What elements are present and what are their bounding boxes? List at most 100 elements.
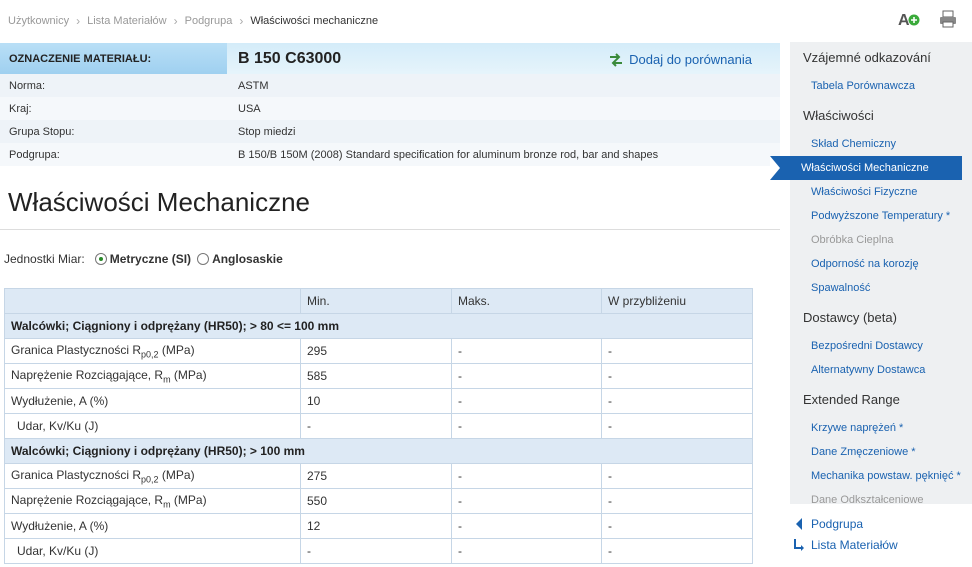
table-row: Udar, Kv/Ku (J) - - - bbox=[4, 413, 753, 439]
compare-label: Dodaj do porównania bbox=[629, 52, 752, 67]
approx-value: - bbox=[601, 513, 753, 539]
material-row-norm: Norma: ASTM bbox=[0, 74, 780, 97]
max-value: - bbox=[451, 463, 602, 489]
approx-value: - bbox=[601, 413, 753, 439]
column-header: Min. bbox=[300, 288, 452, 314]
sidebar-section-title: Dostawcy (beta) bbox=[803, 310, 897, 325]
mechanical-properties-table: Min. Maks. W przybliżeniu Walcówki; Ciąg… bbox=[4, 288, 753, 564]
sidebar-item-mechanika-powstaw-pęknięć[interactable]: Mechanika powstaw. pęknięć * bbox=[790, 464, 972, 488]
property-unit: (MPa) bbox=[158, 467, 195, 482]
table-group-row: Walcówki; Ciągniony i odprężany (HR50); … bbox=[4, 438, 753, 464]
approx-value: - bbox=[601, 388, 753, 414]
sidebar-item-tabela-porównawcza[interactable]: Tabela Porównawcza bbox=[790, 74, 972, 98]
max-value: - bbox=[451, 363, 602, 389]
sidebar-section-title: Vzájemné odkazování bbox=[803, 50, 931, 65]
approx-value: - bbox=[601, 363, 753, 389]
property-label: Wydłużenie, A (%) bbox=[11, 519, 109, 533]
property-name: Wydłużenie, A (%) bbox=[4, 388, 301, 414]
table-row: Wydłużenie, A (%) 12- - bbox=[4, 513, 753, 539]
sidebar-item-obróbka-cieplna: Obróbka Cieplna bbox=[811, 234, 894, 246]
back-arrow-icon bbox=[796, 517, 802, 530]
font-size-icon[interactable]: A bbox=[898, 10, 920, 31]
radio-metric-label[interactable]: Metryczne (SI) bbox=[110, 252, 191, 266]
radio-metric[interactable] bbox=[94, 253, 107, 265]
sidebar-item-odporność-na-korozję[interactable]: Odporność na korozję bbox=[790, 252, 972, 276]
property-label: Naprężenie Rozciągające, R bbox=[11, 492, 164, 507]
material-header: OZNACZENIE MATERIAŁU: B 150 C63000 Dodaj… bbox=[0, 43, 780, 166]
max-value: - bbox=[451, 338, 602, 364]
breadcrumb-material-list[interactable]: Lista Materiałów bbox=[87, 15, 166, 27]
approx-value: - bbox=[601, 488, 753, 514]
breadcrumb-users[interactable]: Użytkownicy bbox=[8, 15, 69, 27]
property-label: Udar, Kv/Ku (J) bbox=[17, 544, 99, 558]
property-subscript: m bbox=[163, 499, 171, 510]
property-label: Granica Plastyczności R bbox=[11, 467, 142, 482]
up-level-icon bbox=[794, 538, 804, 551]
property-name: Udar, Kv/Ku (J) bbox=[4, 413, 301, 439]
min-value: 275 bbox=[300, 463, 452, 489]
material-row-subgroup: Podgrupa: B 150/B 150M (2008) Standard s… bbox=[0, 143, 780, 166]
sidebar-item-dane-zmęczeniowe[interactable]: Dane Zmęczeniowe * bbox=[790, 440, 972, 464]
units-label: Jednostki Miar: bbox=[4, 252, 85, 266]
row-value: USA bbox=[238, 102, 261, 115]
sidebar-item-skład-chemiczny[interactable]: Skład Chemiczny bbox=[790, 132, 972, 156]
min-value: 295 bbox=[300, 338, 452, 364]
sidebar: Vzájemné odkazování Tabela Porównawcza Wła… bbox=[770, 42, 972, 506]
sidebar-item-właściwości-mechaniczne[interactable]: Właściwości Mechaniczne bbox=[770, 156, 962, 180]
table-row: Naprężenie Rozciągające, Rm (MPa) 550- - bbox=[4, 488, 753, 514]
sidebar-item-alternatywny-dostawca[interactable]: Alternatywny Dostawca bbox=[790, 358, 972, 382]
property-label: Udar, Kv/Ku (J) bbox=[17, 419, 99, 433]
sidebar-section-title: Extended Range bbox=[803, 392, 900, 407]
row-value: Stop miedzi bbox=[238, 125, 296, 138]
property-unit: (MPa) bbox=[170, 492, 207, 507]
column-header bbox=[4, 288, 301, 314]
column-header: W przybliżeniu bbox=[601, 288, 753, 314]
table-row: Udar, Kv/Ku (J) - - - bbox=[4, 538, 753, 564]
column-header: Maks. bbox=[451, 288, 602, 314]
add-to-compare-button[interactable]: Dodaj do porównania bbox=[609, 52, 752, 67]
radio-imperial[interactable] bbox=[197, 253, 210, 265]
table-header-row: Min. Maks. W przybliżeniu bbox=[4, 288, 753, 314]
sidebar-item-bezpośredni-dostawcy[interactable]: Bezpośredni Dostawcy bbox=[790, 334, 972, 358]
property-unit: (MPa) bbox=[158, 342, 195, 357]
property-name: Wydłużenie, A (%) bbox=[4, 513, 301, 539]
property-name: Granica Plastyczności Rp0,2 (MPa) bbox=[4, 463, 301, 489]
approx-value: - bbox=[601, 463, 753, 489]
divider bbox=[0, 229, 780, 230]
material-code: B 150 C63000 bbox=[238, 49, 342, 67]
property-name: Granica Plastyczności Rp0,2 (MPa) bbox=[4, 338, 301, 364]
sidebar-item-spawalność[interactable]: Spawalność bbox=[790, 276, 972, 300]
row-label: Kraj: bbox=[9, 102, 32, 115]
sidebar-item-podwyższone-temperatury[interactable]: Podwyższone Temperatury * bbox=[790, 204, 972, 228]
group-title: Walcówki; Ciągniony i odprężany (HR50); … bbox=[4, 438, 753, 464]
approx-value: - bbox=[601, 538, 753, 564]
max-value: - bbox=[451, 388, 602, 414]
material-row-country: Kraj: USA bbox=[0, 97, 780, 120]
min-value: 12 bbox=[300, 513, 452, 539]
min-value: 550 bbox=[300, 488, 452, 514]
units-selector: Jednostki Miar: Metryczne (SI) Anglosask… bbox=[4, 252, 283, 266]
property-name: Udar, Kv/Ku (J) bbox=[4, 538, 301, 564]
breadcrumb-separator: › bbox=[239, 14, 244, 28]
row-label: Grupa Stopu: bbox=[9, 125, 75, 138]
min-value: - bbox=[300, 538, 452, 564]
breadcrumb-separator: › bbox=[76, 14, 81, 28]
property-name: Naprężenie Rozciągające, Rm (MPa) bbox=[4, 363, 301, 389]
material-list-link[interactable]: Lista Materiałów bbox=[811, 538, 898, 552]
max-value: - bbox=[451, 538, 602, 564]
compare-arrows-icon bbox=[610, 52, 623, 67]
radio-imperial-label[interactable]: Anglosaskie bbox=[212, 252, 283, 266]
sidebar-item-właściwości-fizyczne[interactable]: Właściwości Fizyczne bbox=[790, 180, 972, 204]
row-value: ASTM bbox=[238, 79, 269, 92]
sidebar-item-dane-odkształceniowe: Dane Odkształceniowe bbox=[811, 494, 924, 506]
property-label: Wydłużenie, A (%) bbox=[11, 394, 109, 408]
back-to-subgroup-link[interactable]: Podgrupa bbox=[811, 517, 863, 531]
sidebar-item-krzywe-naprężeń[interactable]: Krzywe naprężeń * bbox=[790, 416, 972, 440]
min-value: 585 bbox=[300, 363, 452, 389]
table-row: Granica Plastyczności Rp0,2 (MPa) 295- - bbox=[4, 338, 753, 364]
table-row: Naprężenie Rozciągające, Rm (MPa) 585- - bbox=[4, 363, 753, 389]
breadcrumb-subgroup[interactable]: Podgrupa bbox=[185, 15, 233, 27]
print-icon[interactable] bbox=[938, 9, 958, 32]
top-bar: Użytkownicy › Lista Materiałów › Podgrup… bbox=[0, 0, 972, 42]
svg-text:A: A bbox=[898, 12, 910, 28]
